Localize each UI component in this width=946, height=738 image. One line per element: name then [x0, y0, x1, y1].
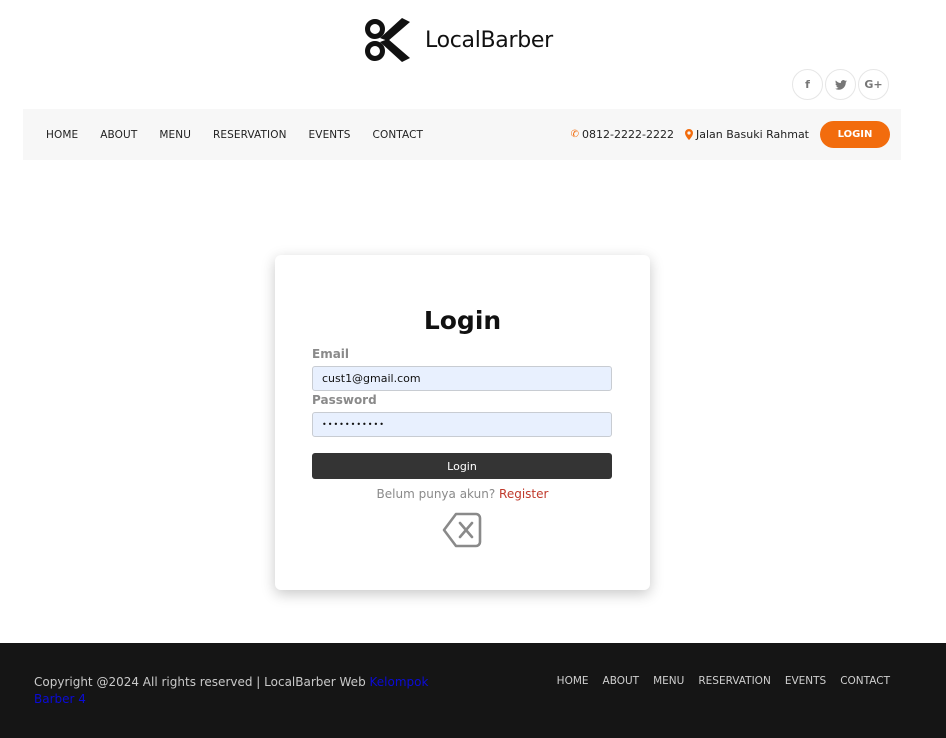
footer-events[interactable]: EVENTS [785, 675, 826, 687]
register-link[interactable]: Register [499, 487, 548, 501]
twitter-icon[interactable] [825, 69, 856, 100]
google-plus-icon[interactable]: G+ [858, 69, 889, 100]
social-links: f G+ [792, 69, 889, 100]
copyright: Copyright @2024 All rights reserved | Lo… [34, 674, 434, 708]
login-submit-button[interactable]: Login [312, 453, 612, 479]
nav-about[interactable]: ABOUT [100, 129, 137, 141]
nav-contact[interactable]: CONTACT [373, 129, 424, 141]
close-backspace-icon[interactable] [442, 512, 482, 548]
address-text: Jalan Basuki Rahmat [695, 128, 809, 141]
nav-events[interactable]: EVENTS [309, 129, 351, 141]
login-card: Login Email cust1@gmail.com Password •••… [275, 255, 650, 590]
phone-icon: ✆ [570, 129, 580, 140]
navbar: HOME ABOUT MENU RESERVATION EVENTS CONTA… [23, 109, 901, 160]
nav-right: ✆ 0812-2222-2222 Jalan Basuki Rahmat LOG… [571, 109, 890, 160]
scissors-logo-icon [365, 18, 410, 62]
footer-about[interactable]: ABOUT [603, 675, 640, 687]
footer-contact[interactable]: CONTACT [840, 675, 890, 687]
location-pin-icon [684, 129, 693, 140]
nav-links: HOME ABOUT MENU RESERVATION EVENTS CONTA… [46, 129, 445, 141]
footer-reservation[interactable]: RESERVATION [698, 675, 770, 687]
copyright-text: Copyright @2024 All rights reserved | Lo… [34, 675, 366, 689]
footer-home[interactable]: HOME [557, 675, 589, 687]
brand[interactable]: LocalBarber [364, 16, 553, 64]
facebook-icon[interactable]: f [792, 69, 823, 100]
footer: Copyright @2024 All rights reserved | Lo… [0, 643, 946, 738]
password-label: Password [312, 393, 377, 407]
register-prompt: Belum punya akun? [376, 487, 496, 501]
page: LocalBarber f G+ HOME ABOUT MENU RESERVA… [0, 0, 946, 738]
login-nav-button[interactable]: LOGIN [820, 121, 890, 148]
footer-menu[interactable]: MENU [653, 675, 684, 687]
nav-reservation[interactable]: RESERVATION [213, 129, 287, 141]
email-label: Email [312, 347, 350, 361]
footer-nav: HOME ABOUT MENU RESERVATION EVENTS CONTA… [543, 675, 890, 687]
nav-menu[interactable]: MENU [159, 129, 191, 141]
address-info: Jalan Basuki Rahmat [684, 128, 809, 141]
nav-home[interactable]: HOME [46, 129, 78, 141]
phone-info: ✆ 0812-2222-2222 [571, 128, 674, 141]
password-field[interactable]: ••••••••••• [312, 412, 612, 437]
email-field[interactable]: cust1@gmail.com [312, 366, 612, 391]
login-title: Login [423, 306, 502, 335]
phone-number: 0812-2222-2222 [582, 128, 674, 141]
register-line: Belum punya akun? Register [275, 487, 650, 501]
brand-name: LocalBarber [425, 27, 553, 53]
